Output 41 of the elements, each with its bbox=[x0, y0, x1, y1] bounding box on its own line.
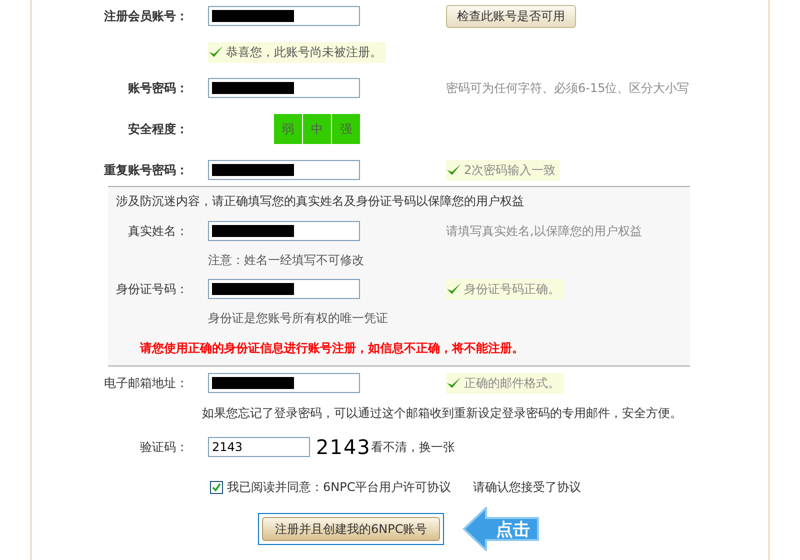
validation-message: 恭喜您，此账号尚未被注册。 bbox=[208, 42, 386, 62]
check-icon bbox=[446, 376, 462, 390]
captcha-field[interactable]: 2143 bbox=[208, 437, 310, 457]
check-icon bbox=[446, 163, 462, 177]
field-label: 验证码： bbox=[139, 438, 188, 456]
field-label: 身份证号码： bbox=[115, 280, 188, 298]
validation-message: 身份证号码正确。 bbox=[446, 278, 564, 300]
check-icon bbox=[446, 282, 462, 296]
check-icon bbox=[208, 45, 224, 59]
field-hint: 密码可为任何字符、必须6-15位、区分大小写 bbox=[446, 80, 690, 96]
field-label: 重复账号密码： bbox=[103, 162, 188, 178]
field-label: 注册会员账号： bbox=[103, 8, 188, 24]
field-note: 注意：姓名一经填写不可修改 bbox=[208, 252, 364, 268]
input-field[interactable] bbox=[208, 279, 360, 299]
register-button[interactable]: 注册并且创建我的6NPC账号 bbox=[262, 517, 440, 541]
click-arrow-badge: 点击 bbox=[462, 507, 540, 551]
input-field[interactable] bbox=[208, 373, 360, 393]
field-label: 账号密码： bbox=[127, 80, 188, 96]
field-label: 安全程度： bbox=[127, 120, 188, 138]
input-field[interactable] bbox=[208, 221, 360, 241]
strength-segment: 中 bbox=[303, 114, 331, 144]
notice-text: 涉及防沉迷内容，请正确填写您的真实姓名及身份证号码以保障您的用户权益 bbox=[116, 192, 524, 210]
validation-message: 正确的邮件格式。 bbox=[446, 372, 564, 394]
validation-message: 2次密码输入一致 bbox=[446, 160, 560, 180]
check-availability-button[interactable]: 检查此账号是否可用 bbox=[446, 4, 576, 28]
refresh-captcha-link[interactable]: 看不清，换一张 bbox=[370, 438, 455, 456]
agreement-label[interactable]: 我已阅读并同意：6NPC平台用户许可协议 bbox=[227, 478, 452, 496]
field-label: 电子邮箱地址： bbox=[103, 374, 188, 392]
input-field[interactable] bbox=[208, 78, 360, 98]
checkbox[interactable] bbox=[210, 480, 223, 494]
warning-text: 请您使用正确的身份证信息进行账号注册，如信息不正确，将不能注册。 bbox=[140, 340, 524, 356]
field-hint: 请填写真实姓名,以保障您的用户权益 bbox=[446, 222, 642, 240]
input-field[interactable] bbox=[208, 160, 360, 180]
agreement-hint: 请确认您接受了协议 bbox=[473, 478, 582, 496]
strength-segment: 弱 bbox=[274, 114, 302, 144]
strength-segment: 强 bbox=[332, 114, 360, 144]
help-text: 如果您忘记了登录密码，可以通过这个邮箱收到重新设定登录密码的专用邮件，安全方便。 bbox=[202, 404, 682, 422]
field-label: 真实姓名： bbox=[127, 222, 188, 240]
input-field[interactable] bbox=[208, 6, 360, 26]
field-note: 身份证是您账号所有权的唯一凭证 bbox=[208, 310, 388, 326]
captcha-image: 2143 bbox=[316, 435, 371, 459]
